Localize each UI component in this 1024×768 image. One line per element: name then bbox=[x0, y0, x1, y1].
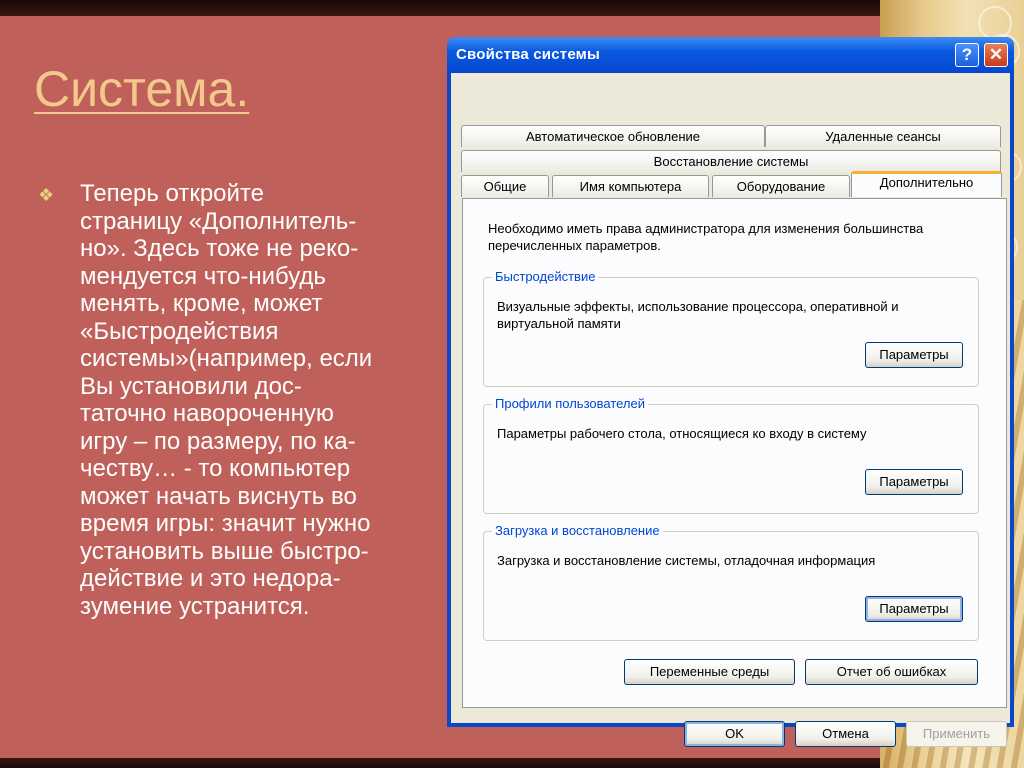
tab-advanced[interactable]: Дополнительно bbox=[851, 171, 1002, 197]
system-properties-dialog: Свойства системы ? ✕ Автоматическое обно… bbox=[447, 37, 1014, 747]
environment-variables-button[interactable]: Переменные среды bbox=[624, 659, 795, 685]
performance-group-title: Быстродействие bbox=[492, 269, 599, 284]
dialog-title: Свойства системы bbox=[456, 46, 600, 63]
dialog-client-area: Автоматическое обновление Удаленные сеан… bbox=[451, 73, 1010, 747]
startup-recovery-group-desc: Загрузка и восстановление системы, отлад… bbox=[497, 553, 876, 568]
slide-body-text: Теперь откройте страницу «Дополнитель- н… bbox=[80, 180, 373, 620]
performance-settings-button[interactable]: Параметры bbox=[865, 342, 963, 368]
user-profiles-settings-button[interactable]: Параметры bbox=[865, 469, 963, 495]
tab-computer-name[interactable]: Имя компьютера bbox=[552, 175, 709, 197]
user-profiles-group: Профили пользователей Параметры рабочего… bbox=[483, 396, 979, 514]
bullet-icon: ❖ bbox=[38, 185, 55, 205]
performance-group-desc: Визуальные эффекты, использование процес… bbox=[497, 299, 899, 331]
advanced-tab-panel: Необходимо иметь права администратора дл… bbox=[462, 198, 1007, 708]
cancel-button[interactable]: Отмена bbox=[795, 721, 896, 747]
help-button[interactable]: ? bbox=[955, 43, 979, 67]
error-reporting-button[interactable]: Отчет об ошибках bbox=[805, 659, 978, 685]
close-button[interactable]: ✕ bbox=[984, 43, 1008, 67]
startup-recovery-group: Загрузка и восстановление Загрузка и вос… bbox=[483, 523, 979, 641]
slide-bottom-band bbox=[0, 758, 880, 768]
apply-button[interactable]: Применить bbox=[906, 721, 1007, 747]
tab-general[interactable]: Общие bbox=[461, 175, 549, 197]
admin-rights-note: Необходимо иметь права администратора дл… bbox=[488, 221, 924, 253]
dialog-titlebar[interactable]: Свойства системы ? ✕ bbox=[447, 37, 1014, 73]
user-profiles-group-desc: Параметры рабочего стола, относящиеся ко… bbox=[497, 426, 867, 441]
slide-top-band bbox=[0, 0, 880, 16]
user-profiles-group-title: Профили пользователей bbox=[492, 396, 648, 411]
tab-system-restore[interactable]: Восстановление системы bbox=[461, 150, 1001, 172]
performance-group: Быстродействие Визуальные эффекты, испол… bbox=[483, 269, 979, 387]
ok-button[interactable]: OK bbox=[684, 721, 785, 747]
startup-recovery-group-title: Загрузка и восстановление bbox=[492, 523, 663, 538]
slide-title: Система. bbox=[34, 61, 250, 117]
tab-automatic-updates[interactable]: Автоматическое обновление bbox=[461, 125, 765, 147]
tab-remote-sessions[interactable]: Удаленные сеансы bbox=[765, 125, 1001, 147]
tab-hardware[interactable]: Оборудование bbox=[712, 175, 850, 197]
startup-recovery-settings-button[interactable]: Параметры bbox=[865, 596, 963, 622]
